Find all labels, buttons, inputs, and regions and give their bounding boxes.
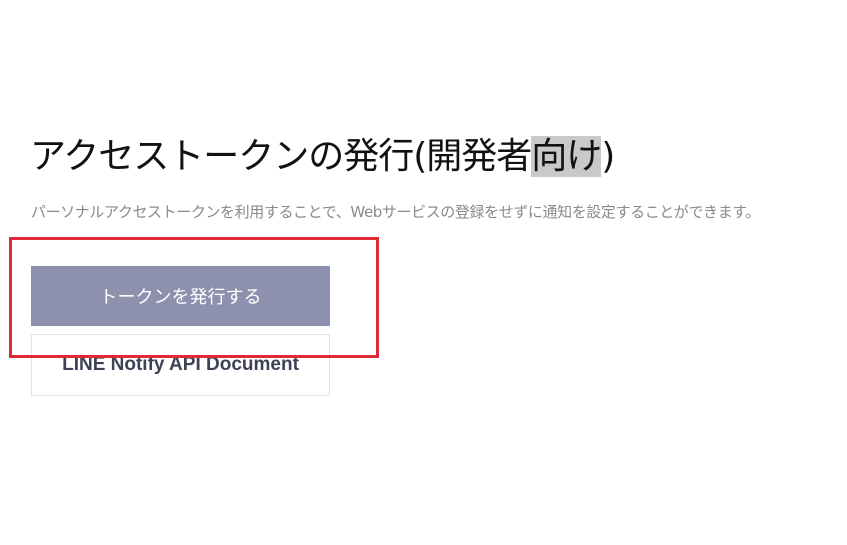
page-title: アクセストークンの発行(開発者向け) [30, 131, 615, 183]
issue-token-button[interactable]: トークンを発行する [31, 266, 330, 326]
api-document-button[interactable]: LINE Notify API Document [31, 334, 330, 396]
page-title-highlight: 向け [531, 136, 602, 177]
page-title-main: アクセストークンの発行(開発者 [30, 136, 532, 177]
page: アクセストークンの発行(開発者向け) パーソナルアクセストークンを利用することで… [0, 0, 847, 545]
page-title-end: ) [601, 136, 615, 177]
page-description: パーソナルアクセストークンを利用することで、Webサービスの登録をせずに通知を設… [31, 203, 761, 221]
